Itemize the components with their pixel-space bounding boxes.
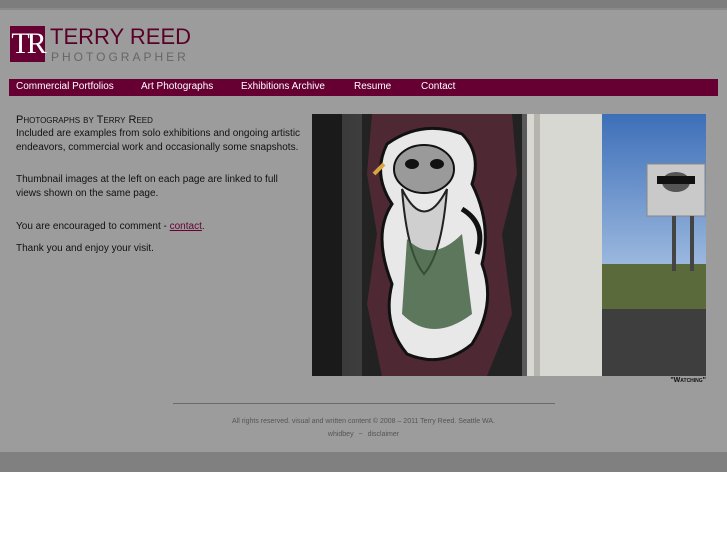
intro-paragraph-2: Thumbnail images at the left on each pag…: [16, 174, 278, 199]
intro-text: Photographs by Terry Reed Included are e…: [16, 113, 301, 256]
nav-contact[interactable]: Contact: [421, 81, 455, 92]
nav-resume[interactable]: Resume: [354, 81, 391, 92]
photo-caption: "Watching": [670, 377, 706, 384]
comment-suffix: .: [201, 221, 205, 232]
main-nav: Commercial Portfolios Art Photographs Ex…: [9, 79, 718, 96]
footer-divider: [173, 403, 555, 404]
comment-text: You are encouraged to comment -: [16, 221, 170, 232]
copyright-text: All rights reserved. visual and written …: [232, 418, 495, 425]
site-logo[interactable]: TR TERRY REED PHOTOGRAPHER: [10, 24, 191, 66]
intro-paragraph-4: Thank you and enjoy your visit.: [16, 243, 154, 254]
intro-heading: Photographs by Terry Reed: [16, 114, 153, 126]
page-frame-bottom: [0, 452, 727, 472]
top-strip: [0, 0, 727, 8]
nav-exhibitions-archive[interactable]: Exhibitions Archive: [241, 81, 325, 92]
logo-monogram: TR: [10, 26, 47, 62]
nav-art-photographs[interactable]: Art Photographs: [141, 81, 213, 92]
featured-photo-image: [312, 114, 706, 376]
logo-name: TERRY REED: [50, 24, 192, 49]
featured-photo: [312, 114, 706, 376]
footer-link-whidbey[interactable]: whidbey: [328, 431, 354, 438]
intro-paragraph-3: You are encouraged to comment - contact.: [16, 220, 301, 234]
footer-links: whidbey ~ disclaimer: [0, 431, 727, 438]
contact-link[interactable]: contact: [170, 221, 202, 232]
logo-tagline: PHOTOGRAPHER: [51, 50, 189, 64]
footer-link-disclaimer[interactable]: disclaimer: [368, 431, 400, 438]
intro-paragraph-1: Included are examples from solo exhibiti…: [16, 128, 301, 153]
nav-commercial-portfolios[interactable]: Commercial Portfolios: [16, 81, 114, 92]
footer-separator: ~: [358, 431, 363, 438]
